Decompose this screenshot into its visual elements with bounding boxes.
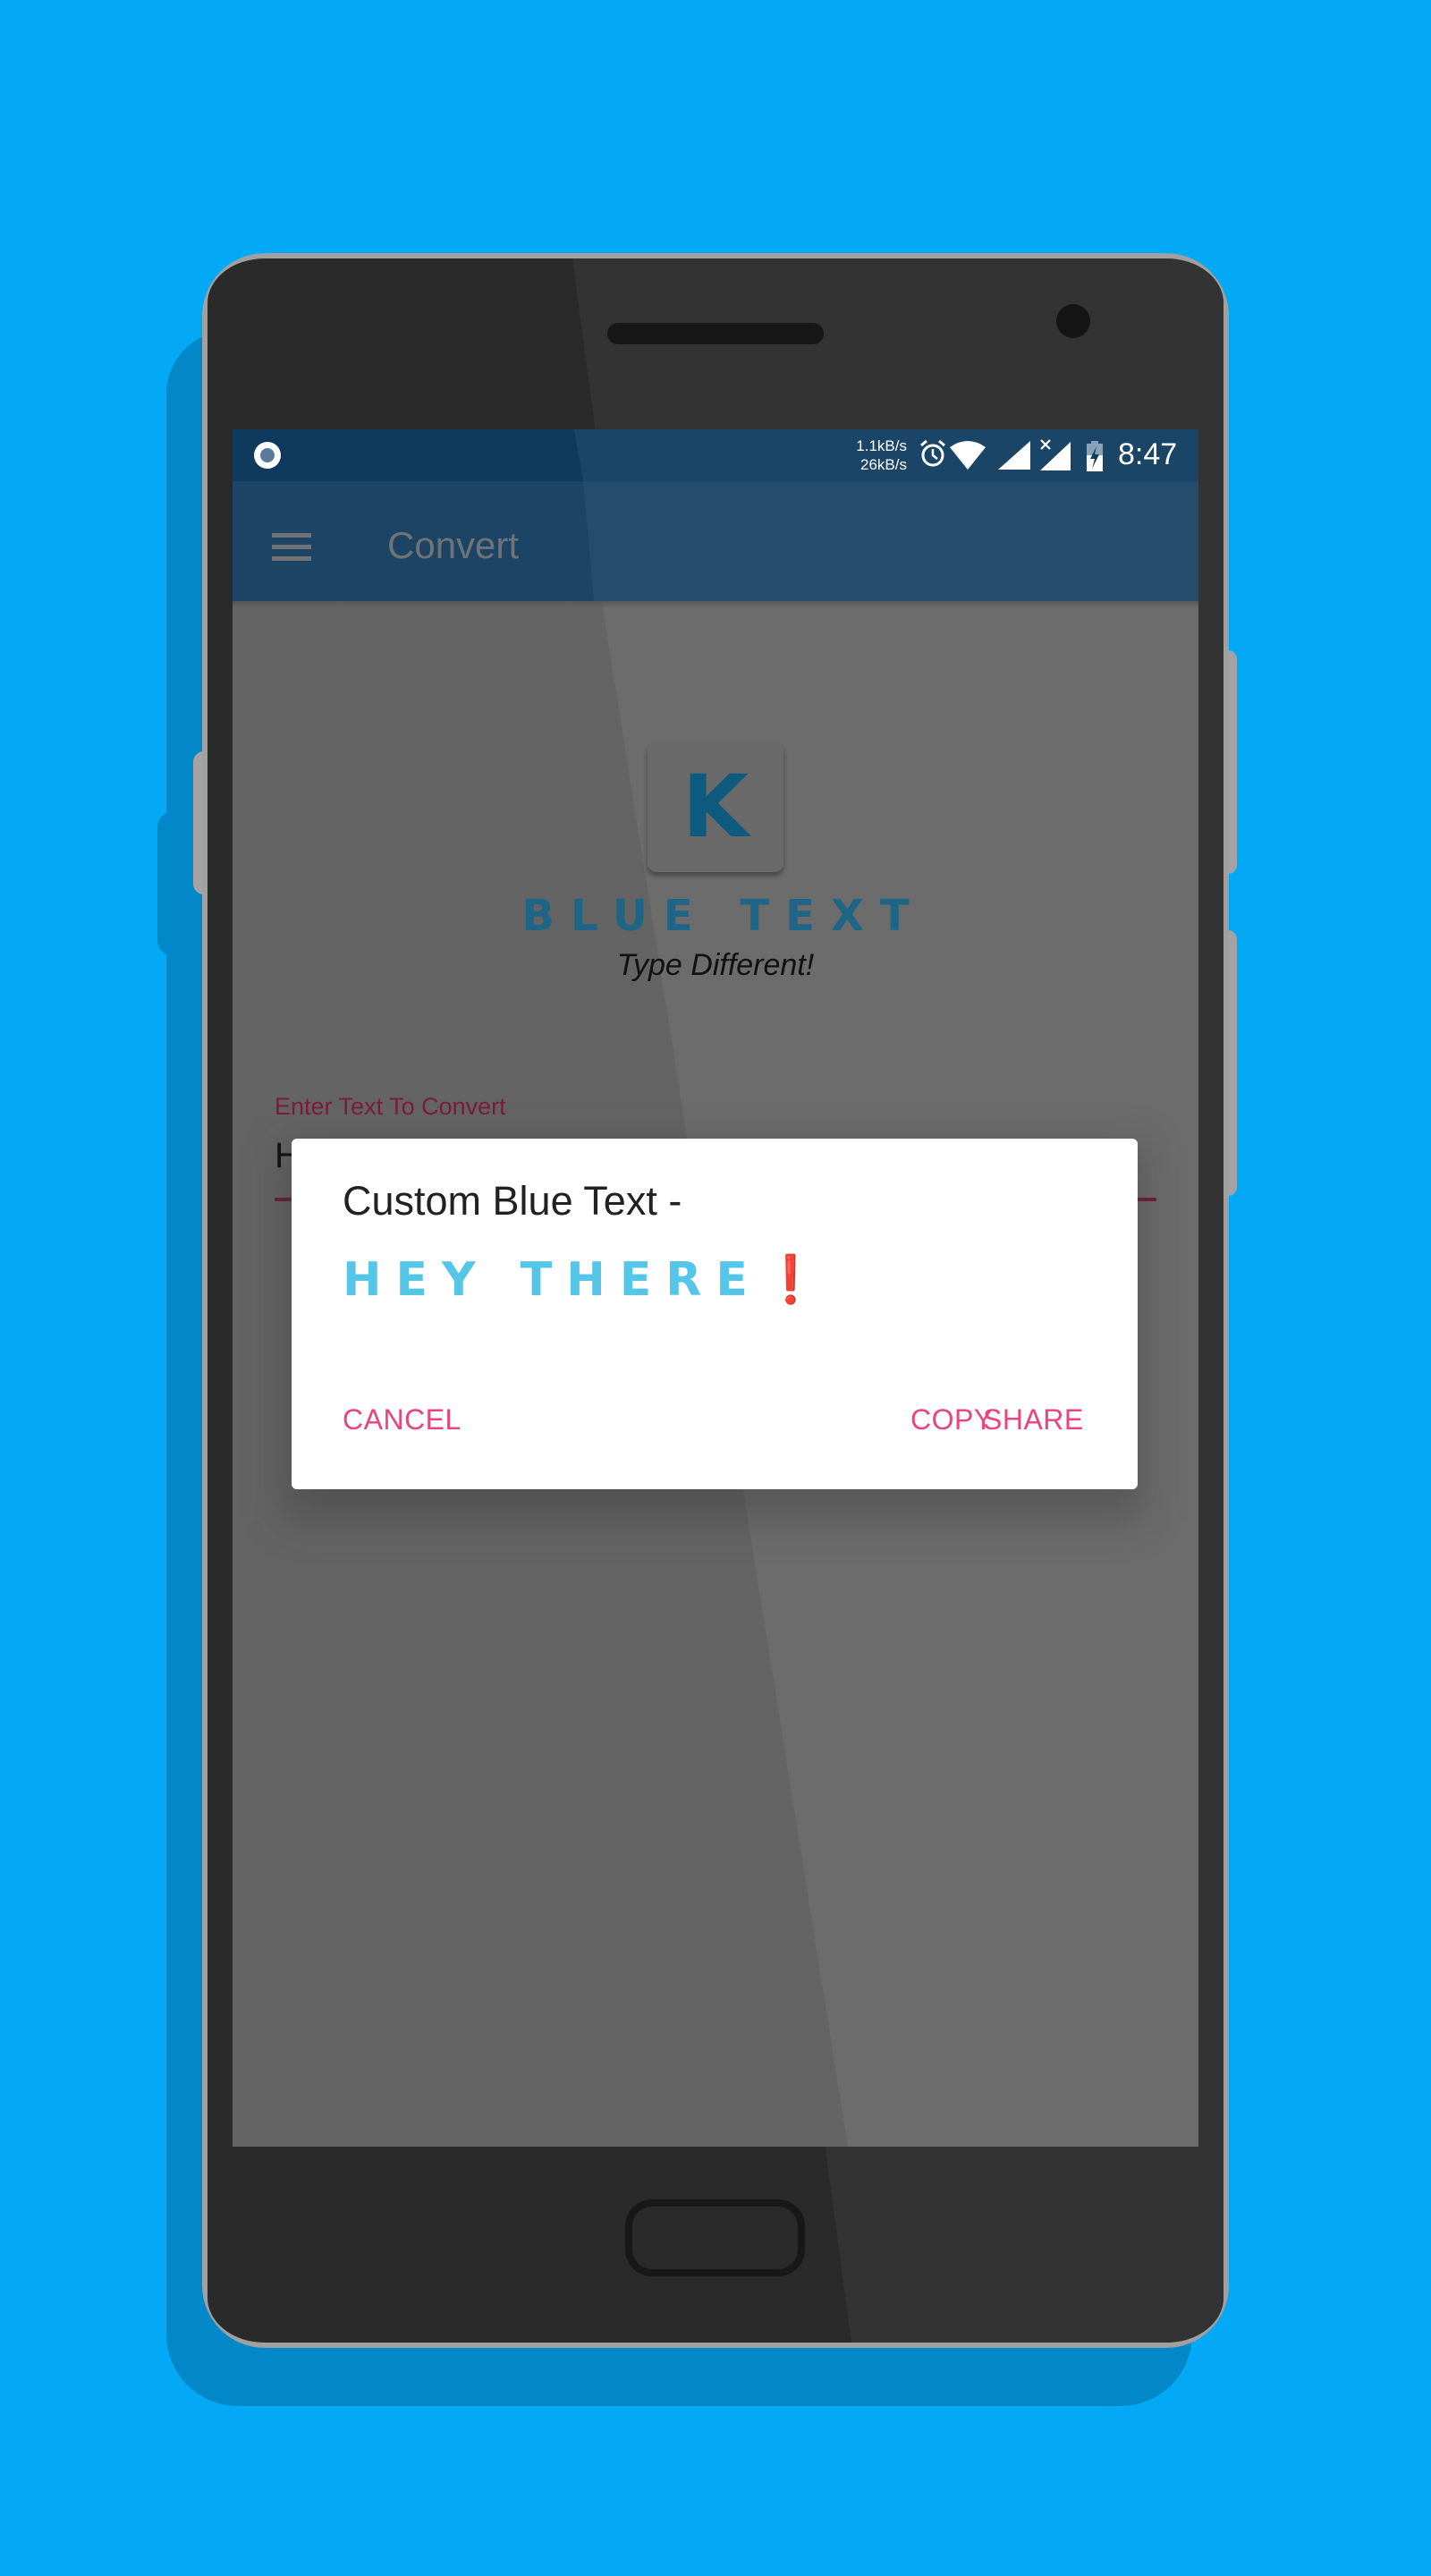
converted-text-value: HEY THERE [343,1253,762,1307]
phone-camera [1056,304,1090,338]
notification-icon [254,442,281,469]
phone-screen: 1.1kB/s 26kB/s 8:47 Convert K BLUE TEXT … [233,429,1198,2147]
logo-letter: K [682,757,749,857]
page-title: Convert [387,524,520,566]
app-bar-shadow [233,601,1198,608]
copy-button[interactable]: COPY [910,1403,994,1436]
phone-shadow-button [157,812,193,955]
home-button[interactable] [625,2199,805,2276]
net-up: 1.1kB/s [856,437,907,454]
network-speed: 1.1kB/s 26kB/s [805,436,907,474]
clock: 8:47 [1118,437,1178,471]
exclamation-emoji: ❗ [761,1253,820,1307]
app-name: BLUE TEXT [521,891,926,941]
hamburger-menu-icon[interactable] [272,533,311,564]
app-tagline: Type Different! [616,948,815,982]
alarm-icon [920,439,945,467]
dialog-title: Custom Blue Text - [343,1178,682,1224]
status-bar: 1.1kB/s 26kB/s 8:47 [233,429,1198,481]
phone-speaker [607,323,824,344]
input-label: Enter Text To Convert [275,1093,506,1120]
signal-icon [998,441,1030,470]
signal-no-data-icon [1040,439,1071,470]
app-logo: K [648,742,783,872]
result-dialog: Custom Blue Text - HEY THERE❗ CANCEL COP… [292,1139,1138,1489]
wifi-icon [950,441,986,470]
share-button[interactable]: SHARE [983,1403,1084,1436]
app-bar [233,481,1198,601]
net-down: 26kB/s [860,456,907,473]
battery-charging-icon [1087,441,1103,471]
cancel-button[interactable]: CANCEL [343,1403,461,1436]
converted-text: HEY THERE❗ [343,1252,820,1307]
